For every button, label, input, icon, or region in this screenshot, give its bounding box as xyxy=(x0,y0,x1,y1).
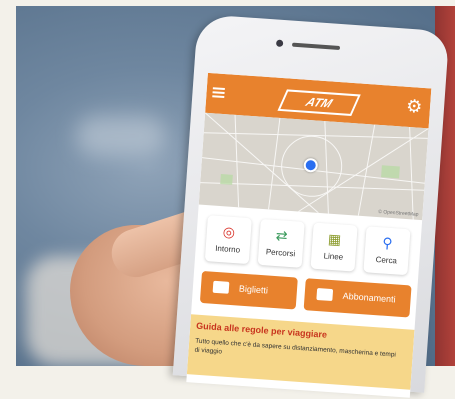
app-logo: ATM xyxy=(277,89,361,116)
tile-intorno[interactable]: ◎ Intorno xyxy=(204,215,252,265)
banner-title: Guida alle regole per viaggiare xyxy=(195,320,328,340)
card-icon xyxy=(316,287,334,302)
phone-speaker xyxy=(291,42,341,50)
tile-label: Cerca xyxy=(375,255,398,266)
tile-label: Percorsi xyxy=(265,247,296,259)
gear-icon[interactable]: ⚙ xyxy=(405,96,424,117)
tickets-button[interactable]: Biglietti xyxy=(199,270,298,310)
phone-screen: ATM ⚙ © OpenStreetMap ◎ Intorno ⇄ Percor… xyxy=(186,72,432,398)
map-lines-icon: ▦ xyxy=(327,230,342,248)
search-icon: ⚲ xyxy=(381,234,394,252)
banner-body: Tutto quello che c'è da sapere su distan… xyxy=(194,337,397,359)
route-icon: ⇄ xyxy=(275,226,289,244)
ticket-icon xyxy=(212,280,230,294)
tile-label: Linee xyxy=(323,251,344,262)
subscriptions-button[interactable]: Abbonamenti xyxy=(303,278,412,318)
quick-actions: ◎ Intorno ⇄ Percorsi ▦ Linee ⚲ Cerca xyxy=(204,215,412,277)
target-icon: ◎ xyxy=(222,223,236,241)
tile-label: Intorno xyxy=(214,243,241,255)
background-blur xyxy=(76,116,166,156)
hamburger-menu-icon[interactable] xyxy=(212,87,225,99)
tile-cerca[interactable]: ⚲ Cerca xyxy=(363,226,411,276)
tickets-label: Biglietti xyxy=(238,283,269,296)
tile-percorsi[interactable]: ⇄ Percorsi xyxy=(257,218,305,268)
subscriptions-label: Abbonamenti xyxy=(342,290,396,305)
front-camera xyxy=(275,39,284,48)
tile-linee[interactable]: ▦ Linee xyxy=(310,222,358,272)
phone: ATM ⚙ © OpenStreetMap ◎ Intorno ⇄ Percor… xyxy=(172,14,450,398)
travel-rules-banner[interactable]: Guida alle regole per viaggiare Tutto qu… xyxy=(186,314,415,390)
map-view[interactable]: © OpenStreetMap xyxy=(198,112,429,221)
